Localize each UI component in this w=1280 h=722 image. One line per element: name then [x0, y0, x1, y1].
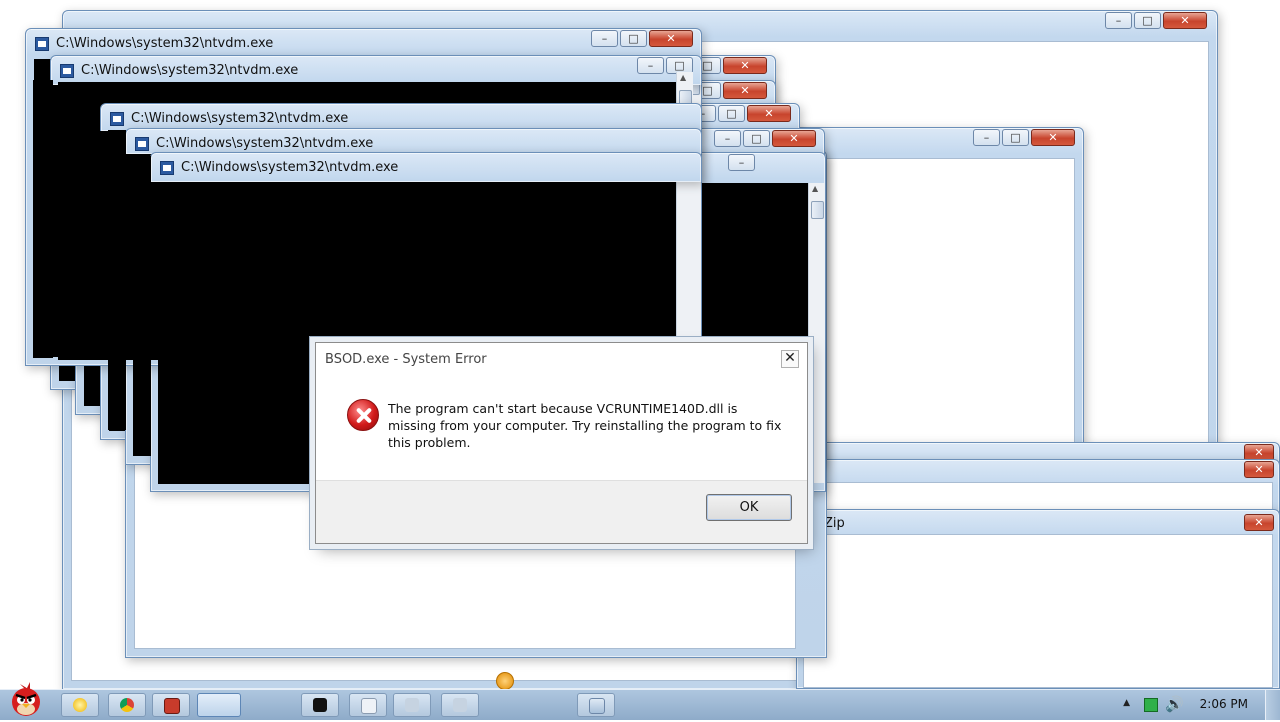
window-button[interactable] — [197, 693, 241, 717]
minimize-button[interactable]: – — [591, 30, 618, 47]
window-client — [803, 482, 1273, 510]
window-title: C:\Windows\system32\ntvdm.exe — [156, 136, 374, 151]
ntvdm-window-3-titlebar[interactable]: C:\Windows\system32\ntvdm.exe — [125, 128, 702, 154]
window-title: C:\Windows\system32\ntvdm.exe — [81, 63, 299, 78]
volume-icon[interactable]: 🔊 — [1165, 695, 1184, 713]
media-button[interactable] — [152, 693, 190, 717]
ntvdm-window-4-titlebar[interactable]: C:\Windows\system32\ntvdm.exe — [100, 103, 702, 131]
close-button[interactable]: ✕ — [747, 105, 791, 122]
clock[interactable]: 2:06 PM — [1200, 697, 1248, 711]
network-icon[interactable] — [1144, 698, 1158, 712]
chevron-up-icon[interactable]: ▲ — [1123, 698, 1130, 708]
console-icon — [110, 112, 124, 126]
ok-button[interactable]: OK — [706, 494, 792, 521]
console-edge — [33, 80, 53, 358]
console-icon — [60, 64, 74, 78]
app-icon — [405, 698, 419, 712]
maximize-button[interactable]: □ — [718, 105, 745, 122]
console-edge — [133, 156, 151, 456]
minimize-button[interactable]: – — [1105, 12, 1132, 29]
close-button[interactable]: ✕ — [649, 30, 693, 47]
chrome-button[interactable] — [108, 693, 146, 717]
chrome-icon — [120, 698, 134, 712]
maximize-button[interactable]: □ — [743, 130, 770, 147]
system-error-dialog[interactable]: BSOD.exe - System Error ✕ The program ca… — [315, 342, 808, 544]
window-client — [799, 158, 1075, 478]
app-icon — [453, 698, 467, 712]
close-button[interactable]: ✕ — [1163, 12, 1207, 29]
notepad-button[interactable] — [577, 693, 615, 717]
taskbar: ▲ 🔊 2:06 PM — [0, 682, 1280, 720]
dialog-close-button[interactable]: ✕ — [781, 350, 799, 368]
app-button[interactable] — [393, 693, 431, 717]
7zip-window[interactable]: 7-Zip ✕ — [796, 509, 1280, 689]
error-message: The program can't start because VCRUNTIM… — [388, 401, 782, 450]
console-icon — [135, 137, 149, 151]
console-icon — [160, 161, 174, 175]
maximize-button[interactable]: □ — [620, 30, 647, 47]
minimize-button[interactable]: – — [637, 57, 664, 74]
close-button[interactable]: ✕ — [772, 130, 816, 147]
show-desktop-button[interactable] — [1265, 690, 1280, 720]
dialog-body: The program can't start because VCRUNTIM… — [316, 373, 807, 481]
window-title: C:\Windows\system32\ntvdm.exe — [181, 160, 399, 175]
window-title: C:\Windows\system32\ntvdm.exe — [131, 111, 349, 126]
error-icon — [347, 399, 379, 431]
dialog-title: BSOD.exe - System Error — [325, 352, 487, 367]
close-button[interactable]: ✕ — [1244, 514, 1274, 531]
console-edge — [108, 130, 126, 430]
minimize-button[interactable]: – — [973, 129, 1000, 146]
app-button[interactable] — [441, 693, 479, 717]
busy-cursor-icon — [496, 672, 514, 690]
maximize-button[interactable]: □ — [1134, 12, 1161, 29]
explorer-button[interactable] — [61, 693, 99, 717]
7zip-icon — [313, 698, 327, 712]
minimize-button[interactable]: – — [714, 130, 741, 147]
dialog-footer: OK — [316, 480, 807, 543]
console-icon — [35, 37, 49, 51]
window-title: C:\Windows\system32\ntvdm.exe — [56, 36, 274, 51]
ntvdm-window-5-titlebar[interactable]: C:\Windows\system32\ntvdm.exe – □ — [50, 55, 702, 85]
explorer-window[interactable]: – □ ✕ — [790, 127, 1084, 487]
close-button[interactable]: ✕ — [1244, 461, 1274, 478]
close-button[interactable]: ✕ — [723, 82, 767, 99]
maximize-button[interactable]: □ — [1002, 129, 1029, 146]
notepad-icon — [589, 698, 605, 714]
app-button[interactable] — [349, 693, 387, 717]
app-icon — [361, 698, 377, 714]
minimize-button[interactable]: – — [728, 154, 755, 171]
blank-window-icon — [209, 698, 223, 712]
7zip-button[interactable] — [301, 693, 339, 717]
vertical-scrollbar[interactable] — [808, 183, 825, 483]
angry-bird-icon[interactable] — [6, 678, 46, 718]
window-client — [803, 534, 1273, 688]
ntvdm-window-2-titlebar[interactable]: C:\Windows\system32\ntvdm.exe — [150, 152, 702, 182]
close-button[interactable]: ✕ — [723, 57, 767, 74]
close-button[interactable]: ✕ — [1031, 129, 1075, 146]
media-icon — [164, 698, 180, 714]
explorer-icon — [73, 698, 87, 712]
